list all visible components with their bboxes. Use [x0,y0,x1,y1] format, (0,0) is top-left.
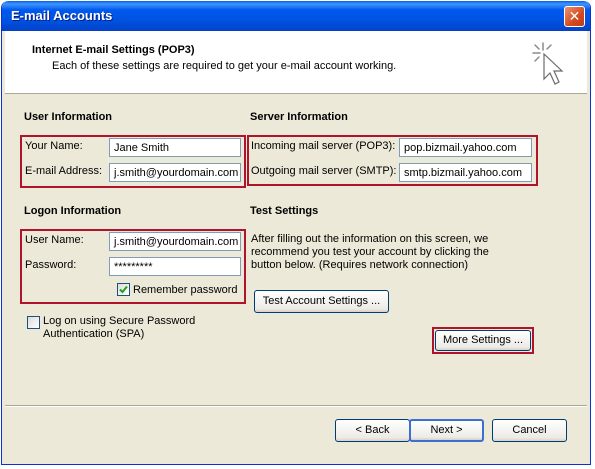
incoming-server-field[interactable]: pop.bizmail.yahoo.com [399,138,532,157]
user-name-label: User Name: [25,234,84,246]
server-info-heading: Server Information [250,111,348,123]
next-button[interactable]: Next > [409,419,484,442]
spa-checkbox[interactable] [27,316,40,329]
title-bar[interactable]: E-mail Accounts ✕ [2,1,590,31]
test-settings-description-line3: button below. (Requires network connecti… [251,259,469,271]
more-settings-button[interactable]: More Settings ... [435,330,531,351]
test-settings-description-line1: After filling out the information on thi… [251,233,489,245]
footer-divider [5,405,587,407]
user-name-field[interactable]: j.smith@yourdomain.com [109,232,241,251]
test-account-settings-button[interactable]: Test Account Settings ... [254,290,389,313]
test-settings-heading: Test Settings [250,205,319,217]
email-address-field[interactable]: j.smith@yourdomain.com [109,163,241,182]
window-title: E-mail Accounts [11,8,113,23]
user-info-heading: User Information [24,111,113,123]
wizard-header: Internet E-mail Settings (POP3) Each of … [5,31,587,94]
spa-label-line2[interactable]: Authentication (SPA) [43,328,144,340]
page-subtitle: Each of these settings are required to g… [52,60,397,72]
email-accounts-dialog: E-mail Accounts ✕ Internet E-mail Settin… [1,1,591,465]
test-settings-description-line2: recommend you test your account by click… [251,246,489,258]
page-title: Internet E-mail Settings (POP3) [32,44,195,56]
close-button[interactable]: ✕ [564,6,585,27]
remember-password-label[interactable]: Remember password [133,284,238,296]
your-name-label: Your Name: [25,140,83,152]
checkmark-icon [119,285,128,294]
outgoing-server-label: Outgoing mail server (SMTP): [251,165,397,177]
spa-label-line1[interactable]: Log on using Secure Password [43,315,195,327]
incoming-server-label: Incoming mail server (POP3): [251,140,396,152]
wizard-cursor-icon [532,42,564,85]
email-address-label: E-mail Address: [25,165,103,177]
back-button[interactable]: < Back [335,419,410,442]
logon-info-heading: Logon Information [24,205,122,217]
your-name-field[interactable]: Jane Smith [109,138,241,157]
password-label: Password: [25,259,77,271]
password-field[interactable]: ********* [109,257,241,276]
cancel-button[interactable]: Cancel [492,419,567,442]
remember-password-checkbox[interactable] [117,283,130,296]
outgoing-server-field[interactable]: smtp.bizmail.yahoo.com [399,163,532,182]
